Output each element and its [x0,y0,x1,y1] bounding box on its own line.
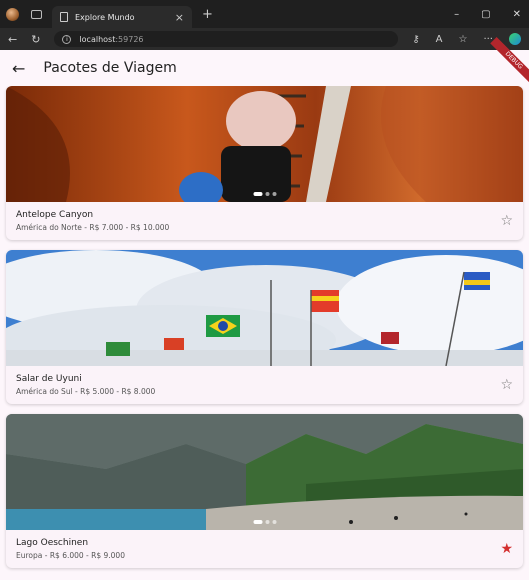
package-info: Salar de Uyuni América do Sul - R$ 5.000… [6,366,523,404]
carousel-indicator[interactable] [253,192,276,196]
carousel-dot[interactable] [272,192,276,196]
star-filled-icon[interactable]: ★ [500,541,513,557]
minimize-icon[interactable]: – [454,9,459,20]
package-info: Antelope Canyon América do Norte - R$ 7.… [6,202,523,240]
maximize-icon[interactable]: ▢ [481,9,490,20]
reload-icon[interactable]: ↻ [31,33,40,46]
address-bar: ← ↻ i localhost:59726 ⚷ A ☆ ··· [0,28,529,50]
package-card-antelope[interactable]: Antelope Canyon América do Norte - R$ 7.… [6,86,523,240]
tab-title: Explore Mundo [75,12,135,22]
package-list: Antelope Canyon América do Norte - R$ 7.… [0,86,529,568]
page-title: Pacotes de Viagem [43,60,177,76]
window-controls: – ▢ ✕ [454,0,521,28]
package-details: América do Norte - R$ 7.000 - R$ 10.000 [16,223,170,232]
url-port: :59726 [115,34,144,44]
package-info: Lago Oeschinen Europa - R$ 6.000 - R$ 9.… [6,530,523,568]
browser-tabbar: Explore Mundo × + – ▢ ✕ [0,0,529,28]
new-tab-icon[interactable]: + [202,7,213,22]
star-outline-icon[interactable]: ☆ [500,377,513,393]
url-host: localhost [79,34,116,44]
site-info-icon[interactable]: i [62,34,72,44]
carousel-indicator[interactable] [253,520,276,524]
carousel-dot[interactable] [265,520,269,524]
carousel-dot[interactable] [265,192,269,196]
profile-avatar[interactable] [6,7,19,21]
package-photo[interactable] [6,414,523,530]
package-photo[interactable] [6,86,523,202]
carousel-dot[interactable] [253,192,262,196]
browser-tab[interactable]: Explore Mundo × [52,6,192,28]
star-outline-icon[interactable]: ☆ [500,213,513,229]
browser-actions: ⚷ A ☆ ··· [412,33,521,45]
read-aloud-icon[interactable]: A [436,34,443,45]
package-name: Salar de Uyuni [16,374,82,384]
arrow-left-icon[interactable]: ← [12,59,25,78]
copilot-icon[interactable] [509,33,521,45]
carousel-dot[interactable] [253,520,262,524]
favorites-star-icon[interactable]: ☆ [458,34,467,45]
back-nav-icon[interactable]: ← [8,33,17,46]
tab-actions-icon[interactable] [31,9,42,19]
close-window-icon[interactable]: ✕ [513,9,521,20]
package-photo[interactable] [6,250,523,366]
carousel-dot[interactable] [272,520,276,524]
package-name: Lago Oeschinen [16,538,89,548]
package-details: América do Sul - R$ 5.000 - R$ 8.000 [16,387,156,396]
package-card-uyuni[interactable]: Salar de Uyuni América do Sul - R$ 5.000… [6,250,523,404]
key-icon[interactable]: ⚷ [412,34,419,45]
url-field[interactable]: i localhost:59726 [54,31,399,47]
close-tab-icon[interactable]: × [175,11,184,24]
app-bar: ← Pacotes de Viagem DEBUG [0,36,529,86]
package-details: Europa - R$ 6.000 - R$ 9.000 [16,551,125,560]
package-name: Antelope Canyon [16,210,94,220]
package-card-oeschinen[interactable]: Lago Oeschinen Europa - R$ 6.000 - R$ 9.… [6,414,523,568]
page-icon [60,12,68,22]
